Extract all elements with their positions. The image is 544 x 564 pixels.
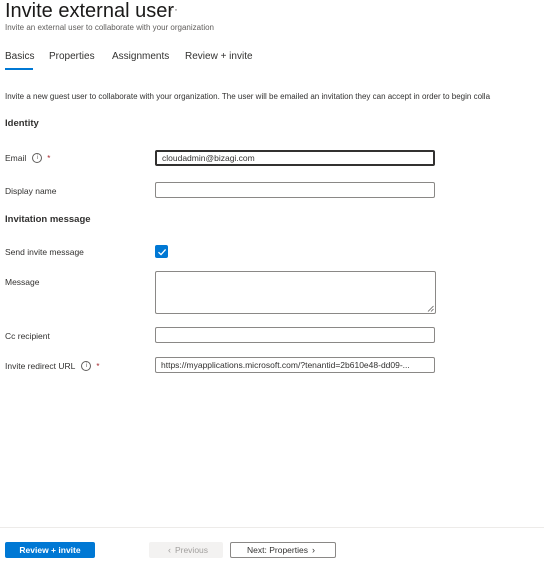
invitation-heading: Invitation message	[5, 214, 91, 225]
checkmark-icon	[157, 248, 166, 256]
cc-recipient-label: Cc recipient	[5, 331, 50, 341]
previous-button[interactable]: ‹ Previous	[149, 542, 223, 558]
send-invite-label: Send invite message	[5, 247, 84, 257]
redirect-url-label: Invite redirect URL	[5, 361, 76, 371]
email-label-row: Email i *	[5, 153, 50, 163]
next-properties-button[interactable]: Next: Properties ›	[230, 542, 336, 558]
page-title: Invite external user	[5, 0, 174, 22]
identity-heading: Identity	[5, 118, 39, 129]
tab-basics[interactable]: Basics	[5, 51, 34, 62]
previous-label: Previous	[174, 545, 209, 555]
info-icon[interactable]: i	[81, 361, 92, 371]
display-name-label: Display name	[5, 186, 57, 196]
info-icon[interactable]: i	[32, 153, 43, 163]
message-textarea[interactable]	[155, 271, 436, 314]
active-tab-indicator	[5, 68, 33, 70]
email-label: Email	[5, 153, 27, 163]
email-field[interactable]: cloudadmin@bizagi.com	[155, 150, 435, 166]
chevron-left-icon: ‹	[167, 545, 171, 555]
display-name-field[interactable]	[155, 182, 435, 198]
tab-review-invite[interactable]: Review + invite	[185, 51, 253, 62]
resize-grip-icon[interactable]	[427, 305, 434, 312]
more-options-button[interactable]: ···	[164, 2, 179, 16]
required-marker: *	[47, 153, 51, 163]
page-subtitle: Invite an external user to collaborate w…	[5, 23, 215, 32]
cc-recipient-field[interactable]	[155, 327, 435, 343]
next-label: Next: Properties	[247, 545, 308, 555]
required-marker: *	[96, 361, 100, 371]
intro-text: Invite a new guest user to collaborate w…	[5, 92, 491, 101]
chevron-right-icon: ›	[311, 545, 315, 555]
review-invite-button[interactable]: Review + invite	[5, 542, 95, 558]
redirect-url-label-row: Invite redirect URL i *	[5, 361, 100, 371]
tab-assignments[interactable]: Assignments	[112, 51, 169, 62]
send-invite-checkbox[interactable]	[155, 245, 168, 258]
message-label: Message	[5, 277, 40, 287]
tab-properties[interactable]: Properties	[49, 51, 95, 62]
footer-divider	[0, 527, 544, 528]
redirect-url-field[interactable]: https://myapplications.microsoft.com/?te…	[155, 357, 435, 373]
